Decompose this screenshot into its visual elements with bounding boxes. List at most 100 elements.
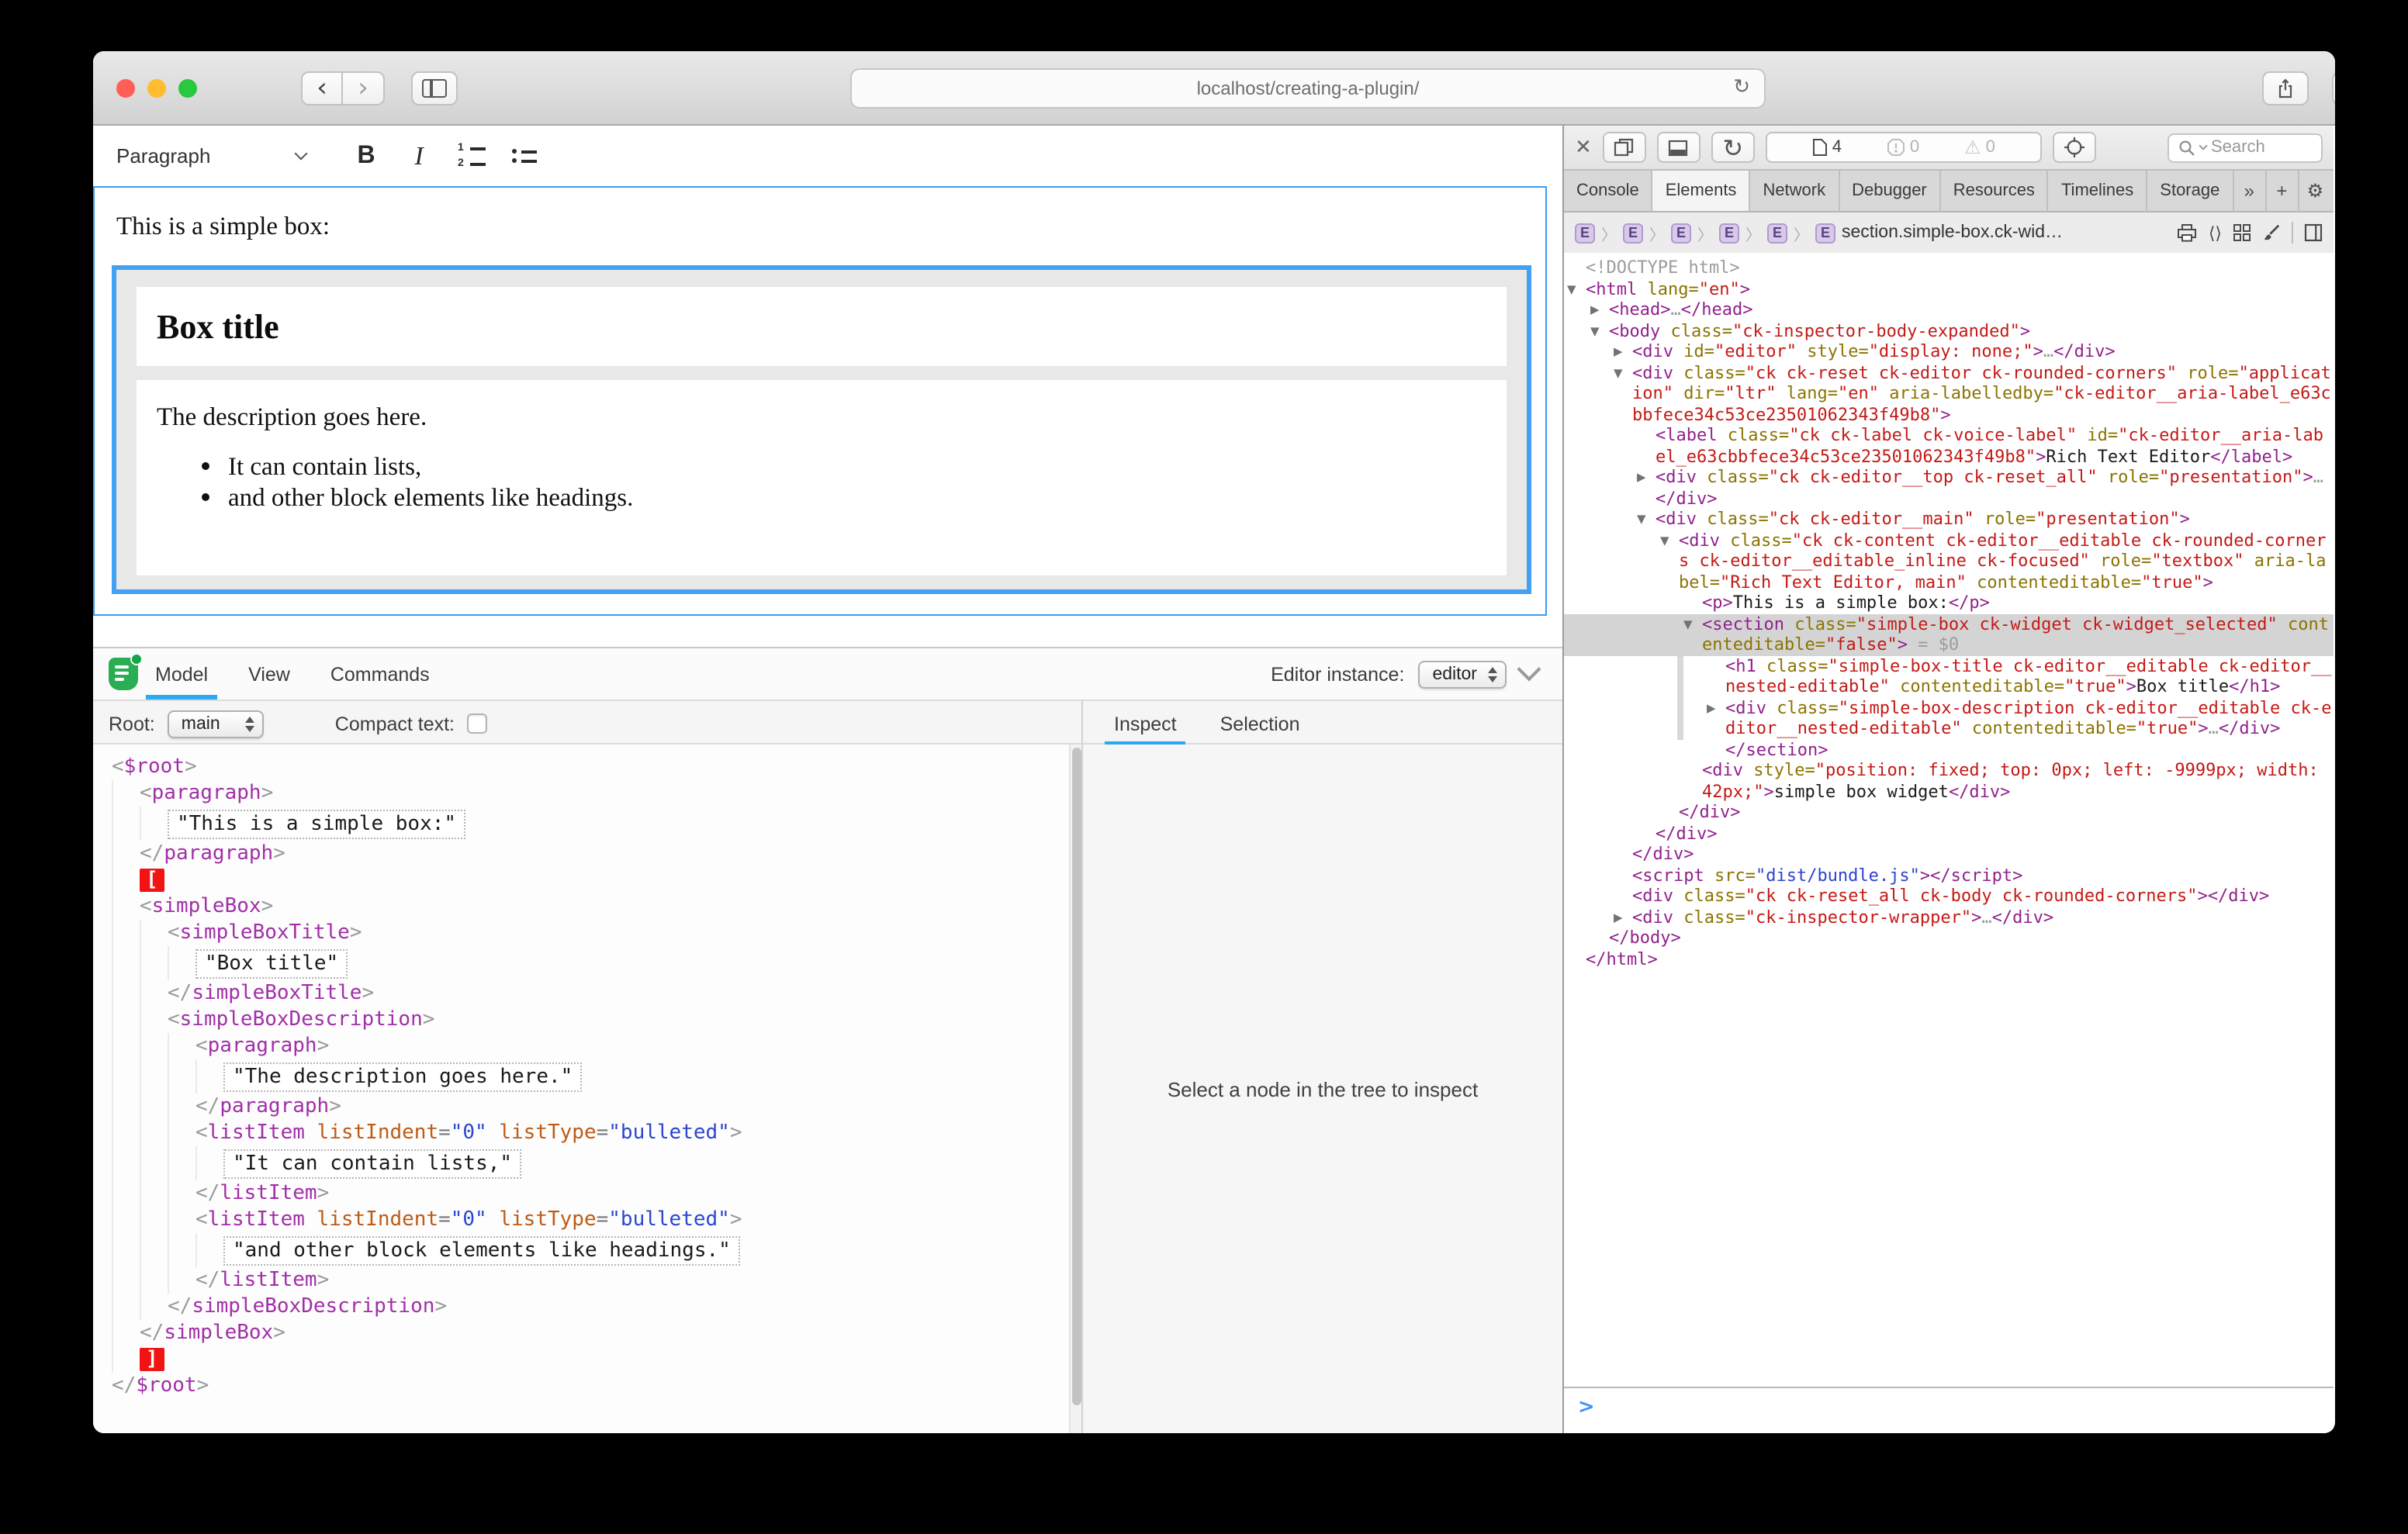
model-tree-row[interactable]: </paragraph> <box>112 1093 1069 1120</box>
dom-tree-row[interactable]: </div> <box>1564 802 2334 823</box>
code-brackets-icon[interactable]: ⟨⟩ <box>2209 223 2222 243</box>
simple-box-description[interactable]: The description goes here. It can contai… <box>137 380 1507 575</box>
tab-selection[interactable]: Selection <box>1220 701 1300 746</box>
disclosure-closed-icon[interactable]: ▶ <box>1637 467 1656 488</box>
disclosure-open-icon[interactable]: ▼ <box>1614 362 1632 383</box>
tab-commands[interactable]: Commands <box>330 648 430 700</box>
simple-box-widget[interactable]: Box title The description goes here. It … <box>112 265 1531 594</box>
dom-tree-row[interactable]: </body> <box>1564 928 2334 948</box>
numbered-list-button[interactable]: 1 2 <box>445 143 498 169</box>
scrollbar-thumb[interactable] <box>1072 748 1081 1405</box>
model-tree-row[interactable]: </$root> <box>112 1373 1069 1399</box>
dom-tree-row[interactable]: <div style="position: fixed; top: 0px; l… <box>1564 760 2334 802</box>
model-tree-row[interactable]: </simpleBox> <box>112 1320 1069 1346</box>
bulleted-list-button[interactable] <box>498 149 551 163</box>
dom-tree-row[interactable]: <label class="ck ck-label ck-voice-label… <box>1564 425 2334 467</box>
dom-tree-row[interactable]: <div class="ck ck-reset_all ck-body ck-r… <box>1564 886 2334 907</box>
model-tree-row[interactable]: <simpleBoxTitle> <box>112 920 1069 946</box>
tab-inspect[interactable]: Inspect <box>1114 701 1177 746</box>
disclosure-open-icon[interactable]: ▼ <box>1567 278 1586 299</box>
tab-storage[interactable]: Storage <box>2147 171 2233 211</box>
tab-debugger[interactable]: Debugger <box>1839 171 1941 211</box>
model-tree-row[interactable]: </listItem> <box>112 1267 1069 1294</box>
disclosure-open-icon[interactable]: ▼ <box>1660 530 1679 551</box>
tab-view[interactable]: View <box>248 648 290 700</box>
close-window-button[interactable] <box>116 79 135 98</box>
breadcrumb-current[interactable]: section.simple-box.ck-wid… <box>1842 223 2063 242</box>
dom-tree-row[interactable]: <!DOCTYPE html> <box>1564 257 2334 278</box>
details-sidebar-icon[interactable] <box>2304 223 2323 242</box>
sidebar-toggle-button[interactable] <box>411 71 458 105</box>
element-badge[interactable]: E <box>1671 223 1691 243</box>
tab-network[interactable]: Network <box>1750 171 1839 211</box>
forward-button[interactable]: › <box>343 71 385 105</box>
tab-resources[interactable]: Resources <box>1941 171 2049 211</box>
model-tree-row[interactable]: <paragraph> <box>112 780 1069 807</box>
reload-icon[interactable]: ↻ <box>1733 76 1750 99</box>
share-button[interactable] <box>2262 71 2309 105</box>
disclosure-open-icon[interactable]: ▼ <box>1590 320 1609 341</box>
model-tree-row[interactable]: </simpleBoxTitle> <box>112 980 1069 1007</box>
dom-tree-row[interactable]: ▼<html lang="en"> <box>1564 278 2334 299</box>
model-tree-row[interactable]: "It can contain lists," <box>112 1146 1069 1180</box>
reload-page-button[interactable]: ↻ <box>1711 132 1755 163</box>
disclosure-closed-icon[interactable]: ▶ <box>1707 697 1725 718</box>
model-tree-scrollbar[interactable] <box>1069 745 1081 1433</box>
model-tree-row[interactable]: <simpleBoxDescription> <box>112 1007 1069 1033</box>
dom-tree-row[interactable]: ▼<body class="ck-inspector-body-expanded… <box>1564 320 2334 341</box>
model-tree-row[interactable]: </listItem> <box>112 1180 1069 1207</box>
dom-tree-row[interactable]: ▶<div class="ck ck-editor__top ck-reset_… <box>1564 467 2334 509</box>
disclosure-closed-icon[interactable]: ▶ <box>1614 907 1632 928</box>
tab-timelines[interactable]: Timelines <box>2049 171 2147 211</box>
model-tree-row[interactable]: <listItem listIndent="0" listType="bulle… <box>112 1120 1069 1146</box>
model-tree-row[interactable]: "and other block elements like headings.… <box>112 1233 1069 1267</box>
tab-model[interactable]: Model <box>155 648 208 700</box>
dom-tree-row[interactable]: ▶<head>…</head> <box>1564 299 2334 320</box>
model-tree-row[interactable]: <$root> <box>112 754 1069 780</box>
dom-tree-row[interactable]: </div> <box>1564 844 2334 865</box>
minimize-window-button[interactable] <box>147 79 166 98</box>
dom-tree-row[interactable]: <script src="dist/bundle.js"></script> <box>1564 865 2334 886</box>
disclosure-open-icon[interactable]: ▼ <box>1683 613 1702 634</box>
description-paragraph[interactable]: The description goes here. <box>157 402 1507 433</box>
model-tree-row[interactable]: <simpleBox> <box>112 893 1069 920</box>
model-tree-row[interactable]: "This is a simple box:" <box>112 807 1069 841</box>
element-badge[interactable]: E <box>1575 223 1595 243</box>
collapse-inspector-icon[interactable] <box>1517 657 1541 681</box>
rich-text-editable[interactable]: This is a simple box: Box title The desc… <box>93 186 1547 616</box>
intro-paragraph[interactable]: This is a simple box: <box>116 211 1545 242</box>
print-icon[interactable] <box>2178 223 2198 242</box>
heading-dropdown[interactable]: Paragraph <box>116 144 306 168</box>
tab-console[interactable]: Console <box>1564 171 1653 211</box>
dom-tree-row[interactable]: <h1 class="simple-box-title ck-editor__e… <box>1564 655 2334 697</box>
dom-tree-row[interactable]: ▼<section class="simple-box ck-widget ck… <box>1564 613 2334 655</box>
tab-overview-button[interactable] <box>2332 71 2335 105</box>
dom-tree-row[interactable]: </html> <box>1564 948 2334 969</box>
quick-console[interactable]: > <box>1564 1387 2334 1433</box>
tab-overflow-button[interactable]: » <box>2233 171 2266 211</box>
dom-tree-row[interactable]: <p>This is a simple box:</p> <box>1564 593 2334 613</box>
model-tree-row[interactable]: ] <box>112 1346 1069 1373</box>
dom-tree-row[interactable]: ▼<div class="ck ck-editor__main" role="p… <box>1564 509 2334 530</box>
paintbrush-icon[interactable] <box>2262 223 2281 242</box>
disclosure-closed-icon[interactable]: ▶ <box>1614 341 1632 362</box>
zoom-window-button[interactable] <box>178 79 197 98</box>
tab-elements[interactable]: Elements <box>1653 171 1751 211</box>
list-item[interactable]: and other block elements like headings. <box>228 482 1507 512</box>
address-bar[interactable]: localhost/creating-a-plugin/ ↻ <box>850 68 1766 109</box>
dom-tree-row[interactable]: </div> <box>1564 823 2334 844</box>
add-tab-button[interactable]: + <box>2266 171 2299 211</box>
editor-instance-select[interactable]: editor <box>1418 660 1507 688</box>
detach-devtools-button[interactable] <box>1603 132 1646 163</box>
grid-icon[interactable] <box>2233 223 2251 242</box>
root-select[interactable]: main <box>168 710 264 738</box>
dom-tree-row[interactable]: </section> <box>1564 739 2334 760</box>
disclosure-open-icon[interactable]: ▼ <box>1637 509 1656 530</box>
dom-tree-row[interactable]: ▼<div class="ck ck-reset ck-editor ck-ro… <box>1564 362 2334 425</box>
compact-text-checkbox[interactable] <box>467 713 487 734</box>
element-badge[interactable]: E <box>1719 223 1739 243</box>
bold-button[interactable]: B <box>340 142 393 170</box>
dom-tree-row[interactable]: ▶<div class="ck-inspector-wrapper">…</di… <box>1564 907 2334 928</box>
model-tree-row[interactable]: [ <box>112 867 1069 893</box>
resource-status-group[interactable]: 4 0 ⚠ 0 <box>1766 132 2042 163</box>
